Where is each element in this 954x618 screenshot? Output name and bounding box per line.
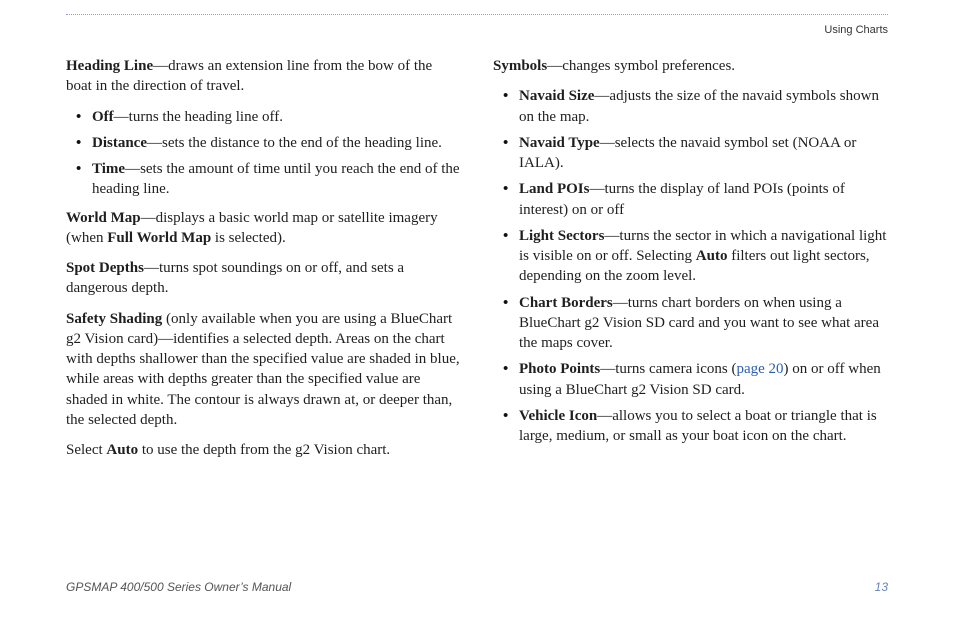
desc: sets the amount of time until you reach … bbox=[92, 161, 460, 197]
section-label: Using Charts bbox=[824, 24, 888, 36]
term-world-map: World Map bbox=[66, 210, 141, 226]
heading-options-list: Off—turns the heading line off. Distance… bbox=[66, 107, 461, 200]
header-rule bbox=[66, 14, 888, 15]
term: Time bbox=[92, 161, 125, 177]
right-column: Symbols—changes symbol preferences. Nava… bbox=[493, 56, 888, 470]
term-heading-line: Heading Line bbox=[66, 58, 153, 74]
page-number: 13 bbox=[875, 580, 888, 594]
dash: — bbox=[600, 135, 615, 151]
spot-depths-para: Spot Depths—turns spot soundings on or o… bbox=[66, 258, 461, 299]
spot-depths-dash: — bbox=[144, 260, 159, 276]
list-item: Chart Borders—turns chart borders on whe… bbox=[493, 293, 888, 354]
auto-post: to use the depth from the g2 Vision char… bbox=[138, 442, 390, 458]
list-item: Off—turns the heading line off. bbox=[66, 107, 461, 127]
dash: — bbox=[589, 181, 604, 197]
dash: — bbox=[594, 88, 609, 104]
safety-shading-para: Safety Shading (only available when you … bbox=[66, 309, 461, 431]
world-map-dash: — bbox=[141, 210, 156, 226]
desc-a: turns camera icons ( bbox=[615, 361, 736, 377]
term: Photo Points bbox=[519, 361, 600, 377]
term: Navaid Type bbox=[519, 135, 600, 151]
dash: — bbox=[604, 228, 619, 244]
heading-line-para: Heading Line—draws an extension line fro… bbox=[66, 56, 461, 97]
world-map-bold: Full World Map bbox=[107, 230, 211, 246]
dash: — bbox=[114, 109, 129, 125]
dash: — bbox=[125, 161, 140, 177]
list-item: Photo Points—turns camera icons (page 20… bbox=[493, 359, 888, 400]
content-columns: Heading Line—draws an extension line fro… bbox=[66, 56, 888, 470]
symbols-desc: changes symbol preferences. bbox=[562, 58, 735, 74]
dash: — bbox=[600, 361, 615, 377]
list-item: Vehicle Icon—allows you to select a boat… bbox=[493, 406, 888, 447]
term-spot-depths: Spot Depths bbox=[66, 260, 144, 276]
auto-pre: Select bbox=[66, 442, 106, 458]
term: Off bbox=[92, 109, 114, 125]
term-symbols: Symbols bbox=[493, 58, 547, 74]
term: Vehicle Icon bbox=[519, 408, 597, 424]
page-footer: GPSMAP 400/500 Series Owner’s Manual 13 bbox=[66, 580, 888, 594]
list-item: Distance—sets the distance to the end of… bbox=[66, 133, 461, 153]
term: Land POIs bbox=[519, 181, 589, 197]
desc: sets the distance to the end of the head… bbox=[162, 135, 442, 151]
bold-inline: Auto bbox=[696, 248, 728, 264]
page-link[interactable]: page 20 bbox=[736, 361, 783, 377]
world-map-desc-b: is selected). bbox=[211, 230, 286, 246]
list-item: Time—sets the amount of time until you r… bbox=[66, 159, 461, 200]
list-item: Navaid Type—selects the navaid symbol se… bbox=[493, 133, 888, 174]
heading-line-dash: — bbox=[153, 58, 168, 74]
term: Navaid Size bbox=[519, 88, 594, 104]
symbols-para: Symbols—changes symbol preferences. bbox=[493, 56, 888, 76]
left-column: Heading Line—draws an extension line fro… bbox=[66, 56, 461, 470]
manual-page: Using Charts Heading Line—draws an exten… bbox=[0, 0, 954, 618]
dash: — bbox=[613, 295, 628, 311]
term: Chart Borders bbox=[519, 295, 613, 311]
desc: turns the heading line off. bbox=[129, 109, 283, 125]
auto-bold: Auto bbox=[106, 442, 138, 458]
manual-title: GPSMAP 400/500 Series Owner’s Manual bbox=[66, 580, 291, 594]
term: Light Sectors bbox=[519, 228, 604, 244]
term-safety-shading: Safety Shading bbox=[66, 311, 162, 327]
auto-line-para: Select Auto to use the depth from the g2… bbox=[66, 440, 461, 460]
safety-shading-desc: (only available when you are using a Blu… bbox=[66, 311, 460, 428]
list-item: Land POIs—turns the display of land POIs… bbox=[493, 179, 888, 220]
dash: — bbox=[147, 135, 162, 151]
world-map-para: World Map—displays a basic world map or … bbox=[66, 208, 461, 249]
symbols-dash: — bbox=[547, 58, 562, 74]
symbols-list: Navaid Size—adjusts the size of the nava… bbox=[493, 86, 888, 446]
list-item: Navaid Size—adjusts the size of the nava… bbox=[493, 86, 888, 127]
term: Distance bbox=[92, 135, 147, 151]
dash: — bbox=[597, 408, 612, 424]
list-item: Light Sectors—turns the sector in which … bbox=[493, 226, 888, 287]
